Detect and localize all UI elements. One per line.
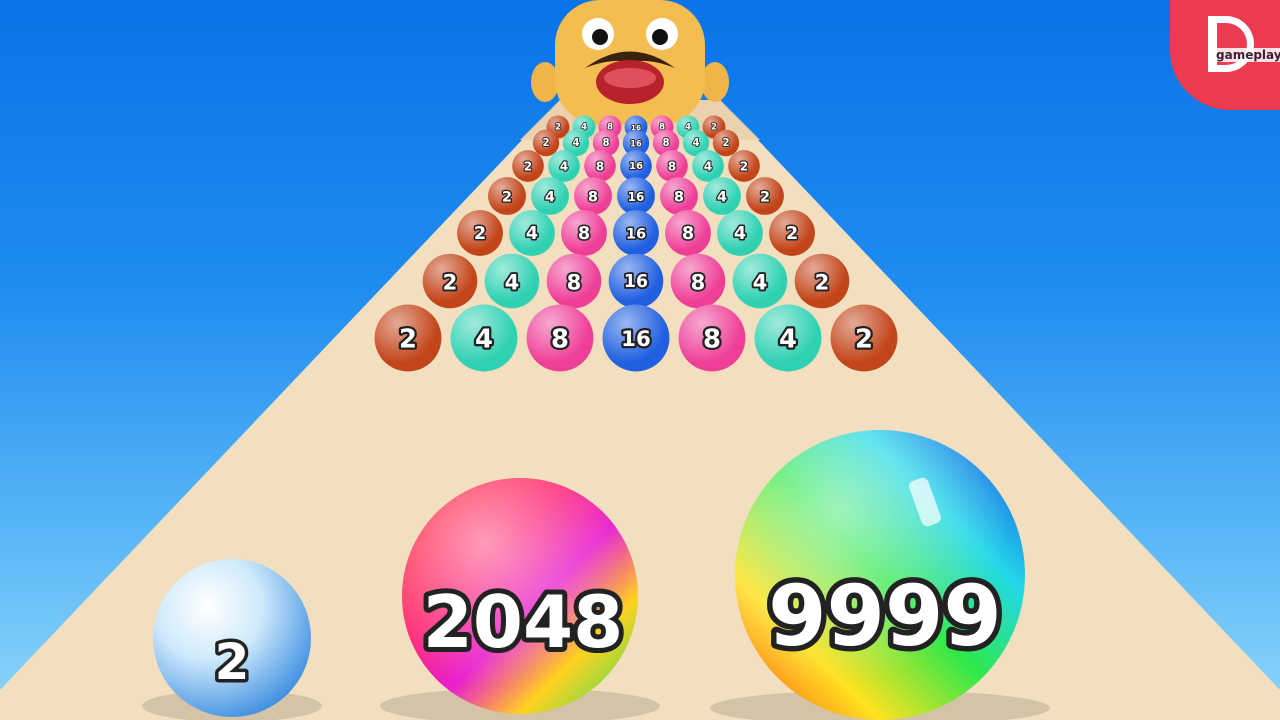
track-ball-label: 8 — [682, 224, 694, 244]
logo-d-icon — [1208, 16, 1254, 72]
track-ball-label: 8 — [703, 325, 721, 355]
track-ball-label: 8 — [551, 325, 569, 355]
track-ball-4: 4 — [692, 150, 724, 182]
track-ball-label: 16 — [630, 139, 642, 149]
track-ball-2: 2 — [769, 210, 815, 256]
track-ball-label: 8 — [691, 270, 706, 295]
track-ball-8: 8 — [574, 177, 612, 215]
track-ball-8: 8 — [656, 150, 688, 182]
track-ball-label: 8 — [668, 160, 676, 174]
track-ball-8: 8 — [526, 304, 594, 372]
track-ball-label: 16 — [626, 226, 646, 243]
track-ball-label: 2 — [722, 138, 729, 149]
track-ball-2: 2 — [512, 150, 544, 182]
track-ball-4: 4 — [548, 150, 580, 182]
track-ball-label: 2 — [474, 224, 486, 244]
track-ball-label: 4 — [779, 325, 797, 355]
runner-ball-2048-label: 2048 — [423, 580, 623, 664]
track-ball-4: 4 — [732, 253, 788, 309]
track-ball-label: 8 — [602, 138, 609, 149]
track-ball-4: 4 — [484, 253, 540, 309]
track-ball-label: 4 — [572, 138, 579, 149]
track-ball-8: 8 — [660, 177, 698, 215]
track-ball-8: 8 — [584, 150, 616, 182]
track-ball-label: 8 — [596, 160, 604, 174]
track-ball-label: 4 — [734, 224, 746, 244]
track-ball-label: 4 — [505, 270, 520, 295]
track-ball-4: 4 — [450, 304, 518, 372]
track-ball-label: 4 — [692, 138, 699, 149]
runner-ball-2-label: 2 — [215, 633, 250, 691]
track-ball-2: 2 — [374, 304, 442, 372]
track-ball-label: 4 — [560, 160, 568, 174]
track-ball-2: 2 — [532, 129, 560, 157]
track-ball-label: 16 — [624, 272, 648, 292]
track-ball-4: 4 — [509, 210, 555, 256]
track-ball-label: 8 — [567, 270, 582, 295]
track-ball-2: 2 — [488, 177, 526, 215]
track-ball-2: 2 — [794, 253, 850, 309]
track-ball-4: 4 — [703, 177, 741, 215]
track-ball-2: 2 — [457, 210, 503, 256]
track-ball-label: 2 — [524, 160, 532, 174]
game-scene: 2 4 8 16 8 4 22 4 8 16 8 4 22 4 8 16 8 4 22 4 8 16 8 4 22 4 8 16 8 4 2… — [0, 0, 1280, 720]
track-ball-label: 4 — [717, 188, 727, 205]
track-ball-label: 4 — [685, 123, 691, 133]
track-ball-label: 2 — [740, 160, 748, 174]
track-ball-label: 16 — [621, 327, 651, 352]
track-ball-8: 8 — [561, 210, 607, 256]
track-ball-label: 8 — [578, 224, 590, 244]
track-ball-16: 16 — [602, 304, 670, 372]
track-ball-8: 8 — [546, 253, 602, 309]
track-ball-label: 2 — [443, 270, 458, 295]
track-ball-label: 16 — [628, 190, 645, 204]
track-ball-label: 4 — [475, 325, 493, 355]
track-ball-2: 2 — [422, 253, 478, 309]
track-ball-label: 4 — [581, 123, 587, 133]
track-ball-2: 2 — [830, 304, 898, 372]
track-ball-2: 2 — [712, 129, 740, 157]
track-ball-4: 4 — [754, 304, 822, 372]
track-ball-16: 16 — [617, 177, 655, 215]
track-ball-8: 8 — [665, 210, 711, 256]
track-ball-label: 2 — [815, 270, 830, 295]
track-ball-label: 16 — [629, 161, 643, 172]
track-ball-label: 4 — [526, 224, 538, 244]
track-ball-4: 4 — [531, 177, 569, 215]
track-ball-label: 2 — [542, 138, 549, 149]
track-ball-label: 2 — [711, 123, 717, 133]
track-ball-label: 8 — [674, 188, 684, 205]
track-ball-label: 2 — [399, 325, 417, 355]
track-ball-label: 2 — [786, 224, 798, 244]
logo-text: gameplay — [1214, 48, 1280, 62]
track-ball-2: 2 — [746, 177, 784, 215]
track-ball-label: 2 — [555, 123, 561, 133]
track-ball-2: 2 — [728, 150, 760, 182]
track-ball-8: 8 — [670, 253, 726, 309]
track-ball-label: 2 — [760, 188, 770, 205]
track-ball-4: 4 — [717, 210, 763, 256]
track-ball-8: 8 — [678, 304, 746, 372]
track-ball-label: 8 — [588, 188, 598, 205]
track-ball-label: 4 — [704, 160, 712, 174]
track-ball-16: 16 — [613, 210, 659, 256]
track-ball-label: 2 — [502, 188, 512, 205]
track-ball-label: 8 — [662, 138, 669, 149]
track-ball-16: 16 — [608, 253, 664, 309]
track-ball-label: 4 — [753, 270, 768, 295]
runner-ball-9999-label: 9999 — [768, 567, 1002, 665]
track-ball-label: 4 — [545, 188, 555, 205]
track-ball-label: 2 — [855, 325, 873, 355]
